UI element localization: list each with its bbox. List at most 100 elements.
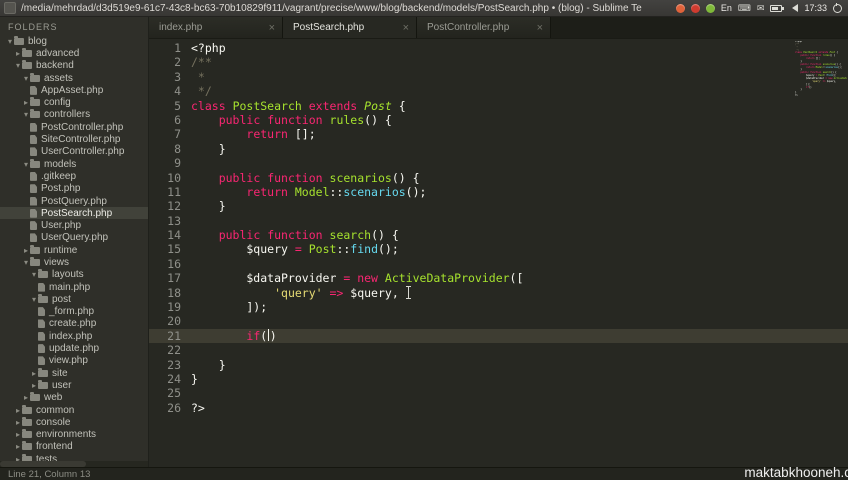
code-line[interactable]: 14 public function search() { (149, 228, 848, 242)
tree-folder-models[interactable]: ▾ models (0, 158, 148, 170)
tree-folder-layouts[interactable]: ▾ layouts (0, 269, 148, 281)
keyboard-layout-badge[interactable]: En (721, 3, 732, 13)
tab-PostSearch.php[interactable]: PostSearch.php × (283, 17, 417, 38)
tree-file-PostSearch.php[interactable]: PostSearch.php (0, 207, 148, 220)
tree-file-AppAsset.php[interactable]: AppAsset.php (0, 84, 148, 96)
chevron-right-icon[interactable]: ▸ (30, 381, 38, 390)
code-line[interactable]: 17 $dataProvider = new ActiveDataProvide… (149, 271, 848, 285)
code-line[interactable]: 1 <?php (149, 41, 848, 55)
tree-folder-console[interactable]: ▸ console (0, 416, 148, 428)
tree-file-PostController.php[interactable]: PostController.php (0, 121, 148, 133)
code-line[interactable]: 7 return []; (149, 127, 848, 141)
chevron-down-icon[interactable]: ▾ (30, 295, 38, 304)
tree-file-PostQuery.php[interactable]: PostQuery.php (0, 195, 148, 207)
tree-folder-assets[interactable]: ▾ assets (0, 72, 148, 84)
code-line[interactable]: 4 */ (149, 84, 848, 98)
tree-file-main.php[interactable]: main.php (0, 281, 148, 293)
code-line[interactable]: 19 ]); (149, 300, 848, 314)
chevron-right-icon[interactable]: ▸ (30, 369, 38, 378)
code-line[interactable]: 2 /** (149, 55, 848, 69)
tree-folder-web[interactable]: ▸ web (0, 392, 148, 404)
tree-folder-post[interactable]: ▾ post (0, 293, 148, 305)
tree-folder-frontend[interactable]: ▸ frontend (0, 441, 148, 453)
code-line[interactable]: 26 ?> (149, 401, 848, 415)
close-icon[interactable]: × (536, 22, 544, 33)
close-icon[interactable]: × (268, 22, 276, 33)
tree-file-update.php[interactable]: update.php (0, 342, 148, 354)
sidebar-scrollbar[interactable] (0, 461, 148, 467)
chevron-down-icon[interactable]: ▾ (14, 61, 22, 70)
code-line[interactable]: 3 * (149, 70, 848, 84)
tree-file-SiteController.php[interactable]: SiteController.php (0, 133, 148, 145)
editor-column: index.php × PostSearch.php × PostController.… (149, 17, 848, 467)
power-icon[interactable] (833, 2, 842, 13)
tree-folder-views[interactable]: ▾ views (0, 256, 148, 268)
code-line[interactable]: 24} (149, 372, 848, 386)
chevron-right-icon[interactable]: ▸ (22, 98, 30, 107)
indicator-dot-green[interactable] (705, 3, 715, 13)
tree-item-label: .gitkeep (41, 170, 77, 182)
tree-folder-config[interactable]: ▸ config (0, 96, 148, 108)
code-line[interactable]: 15 $query = Post::find(); (149, 242, 848, 256)
chevron-right-icon[interactable]: ▸ (14, 418, 22, 427)
tree-file-index.php[interactable]: index.php (0, 330, 148, 342)
clock[interactable]: 17:33 (804, 3, 827, 13)
tree-folder-blog[interactable]: ▾ blog (0, 35, 148, 47)
code-line[interactable]: 18 'query' => $query, (149, 286, 848, 300)
tree-file-view.php[interactable]: view.php (0, 355, 148, 367)
battery-icon[interactable] (770, 4, 785, 12)
code-line[interactable]: 5 class PostSearch extends Post { (149, 99, 848, 113)
code-line[interactable]: 9 (149, 156, 848, 170)
tree-folder-user[interactable]: ▸ user (0, 379, 148, 391)
tree-file-UserController.php[interactable]: UserController.php (0, 146, 148, 158)
tree-file-User.php[interactable]: User.php (0, 219, 148, 231)
chevron-down-icon[interactable]: ▾ (30, 270, 38, 279)
code-line[interactable]: 11 return Model::scenarios(); (149, 185, 848, 199)
close-icon[interactable]: × (402, 22, 410, 33)
code-line[interactable]: 10 public function scenarios() { (149, 171, 848, 185)
tree-file-create.php[interactable]: create.php (0, 318, 148, 330)
volume-icon[interactable] (788, 4, 799, 12)
chevron-down-icon[interactable]: ▾ (22, 110, 30, 119)
tree-file-UserQuery.php[interactable]: UserQuery.php (0, 232, 148, 244)
code-line[interactable]: 13 (149, 214, 848, 228)
keyboard-icon[interactable]: ⌨ (738, 3, 751, 13)
code-line[interactable]: 12 } (149, 199, 848, 213)
code-text: if() (246, 328, 277, 343)
code-line[interactable]: 20 (149, 314, 848, 328)
tree-file-_form.php[interactable]: _form.php (0, 306, 148, 318)
code-line[interactable]: 8 } (149, 142, 848, 156)
tree-folder-advanced[interactable]: ▸ advanced (0, 47, 148, 59)
code-line[interactable]: 23 } (149, 358, 848, 372)
tab-index.php[interactable]: index.php × (149, 17, 283, 38)
tree-folder-runtime[interactable]: ▸ runtime (0, 244, 148, 256)
code-line[interactable]: 25 (149, 386, 848, 400)
chevron-right-icon[interactable]: ▸ (14, 49, 22, 58)
code-line[interactable]: 16 (149, 257, 848, 271)
tree-file-Post.php[interactable]: Post.php (0, 183, 148, 195)
chevron-right-icon[interactable]: ▸ (14, 442, 22, 451)
chevron-right-icon[interactable]: ▸ (14, 430, 22, 439)
minimap[interactable]: <?php/** * */class PostSearch extends Po… (795, 41, 847, 467)
mail-icon[interactable]: ✉ (757, 3, 765, 13)
indicator-dot-red[interactable] (690, 3, 700, 13)
chevron-right-icon[interactable]: ▸ (22, 393, 30, 402)
chevron-right-icon[interactable]: ▸ (14, 406, 22, 415)
code-line[interactable]: 22 (149, 343, 848, 357)
chevron-down-icon[interactable]: ▾ (6, 37, 14, 46)
tree-folder-environments[interactable]: ▸ environments (0, 429, 148, 441)
tree-folder-common[interactable]: ▸ common (0, 404, 148, 416)
chevron-right-icon[interactable]: ▸ (22, 246, 30, 255)
indicator-dot-orange[interactable] (675, 3, 685, 13)
chevron-down-icon[interactable]: ▾ (22, 74, 30, 83)
tab-PostController.php[interactable]: PostController.php × (417, 17, 551, 38)
chevron-down-icon[interactable]: ▾ (22, 258, 30, 267)
code-line[interactable]: 6 public function rules() { (149, 113, 848, 127)
tree-folder-controllers[interactable]: ▾ controllers (0, 109, 148, 121)
editor[interactable]: 1 <?php 2/** 3 * 4 */5 class PostSearch exten… (149, 39, 848, 467)
code-line[interactable]: 21 if() (149, 328, 848, 344)
chevron-down-icon[interactable]: ▾ (22, 160, 30, 169)
tree-folder-backend[interactable]: ▾ backend (0, 60, 148, 72)
tree-folder-site[interactable]: ▸ site (0, 367, 148, 379)
tree-file-.gitkeep[interactable]: .gitkeep (0, 170, 148, 182)
